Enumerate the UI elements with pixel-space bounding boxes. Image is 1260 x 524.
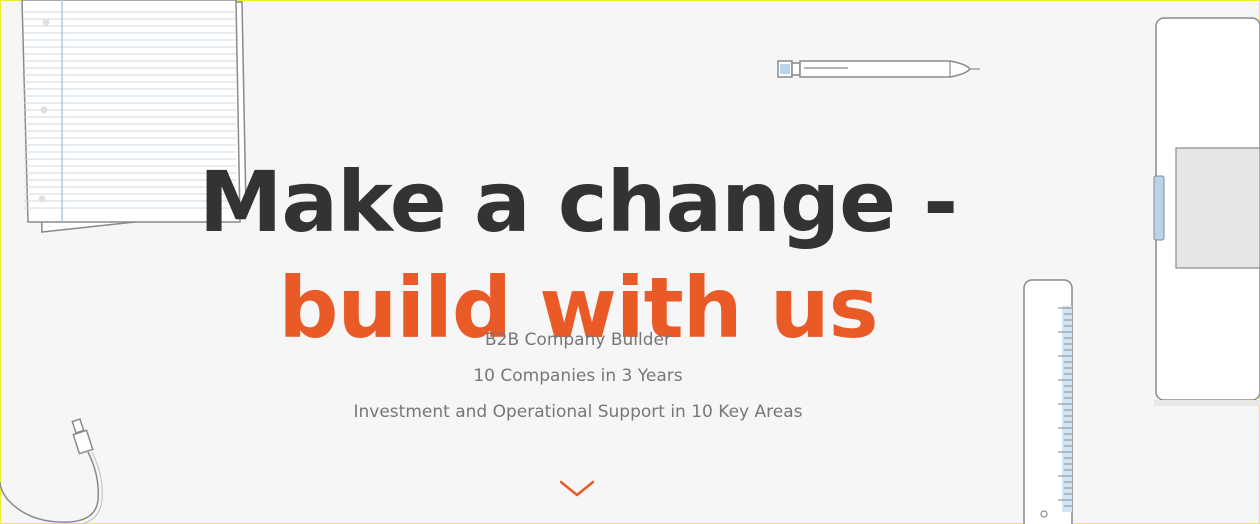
laptop-illustration bbox=[1153, 17, 1260, 406]
subtitle-line-3: Investment and Operational Support in 10… bbox=[353, 402, 803, 422]
subtitle-line-1: B2B Company Builder bbox=[485, 330, 671, 350]
cable-illustration bbox=[0, 418, 103, 524]
subtitle-line-2: 10 Companies in 3 Years bbox=[473, 366, 683, 386]
chevron-down-icon bbox=[559, 480, 595, 497]
headline-primary: Make a change - bbox=[198, 153, 958, 252]
hero-section: Make a change - build with us B2B Compan… bbox=[0, 0, 1260, 524]
scroll-down-button[interactable] bbox=[558, 476, 596, 500]
pen-illustration bbox=[777, 60, 980, 78]
